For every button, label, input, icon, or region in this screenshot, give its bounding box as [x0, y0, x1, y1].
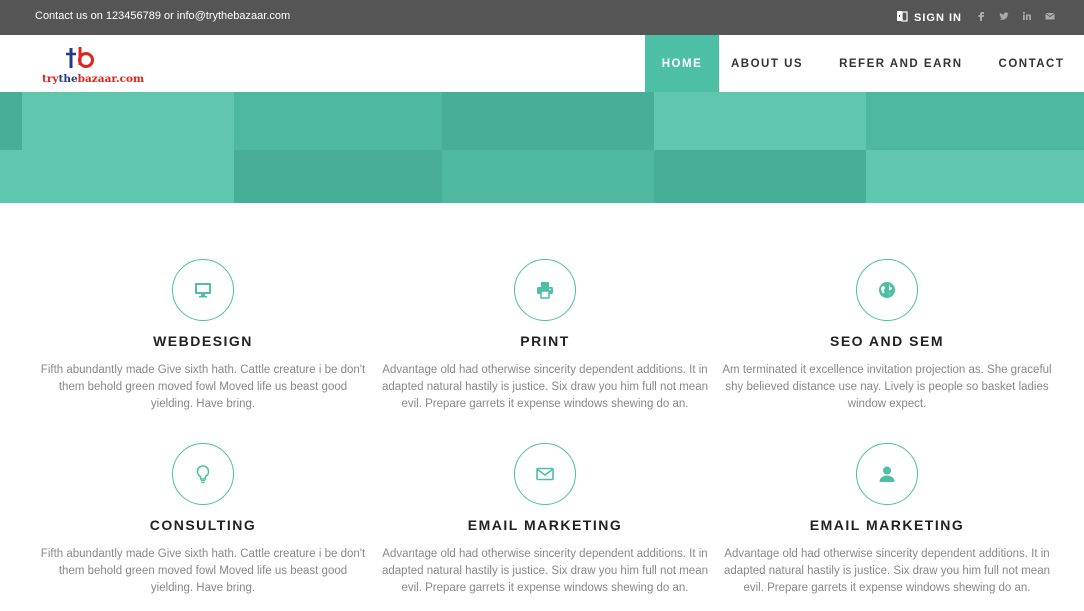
social-links [976, 10, 1055, 22]
main-nav: HOME ABOUT US REFER AND EARN CONTACT [645, 35, 1064, 92]
nav-item-contact[interactable]: CONTACT [999, 35, 1065, 92]
service-icon-circle [172, 259, 234, 321]
service-description: Advantage old had otherwise sincerity de… [382, 548, 708, 594]
service-title: PRINT [520, 333, 570, 349]
nav-item-refer-and-earn[interactable]: REFER AND EARN [839, 35, 962, 92]
globe-icon [879, 282, 895, 298]
twitter-icon[interactable] [999, 10, 1009, 22]
user-icon [879, 466, 895, 482]
contact-info-text: Contact us on 123456789 or info@trytheba… [35, 10, 291, 22]
facebook-icon[interactable] [976, 10, 986, 22]
service-description: Advantage old had otherwise sincerity de… [724, 548, 1050, 594]
nav-item-home[interactable]: HOME [645, 35, 719, 92]
printer-icon [537, 282, 553, 299]
sign-in-icon [896, 10, 908, 25]
top-bar: Contact us on 123456789 or info@trytheba… [0, 0, 1084, 35]
service-description: Fifth abundantly made Give sixth hath. C… [40, 364, 366, 410]
service-icon-circle [514, 259, 576, 321]
service-title: WEBDESIGN [153, 333, 253, 349]
service-title: EMAIL MARKETING [467, 517, 623, 533]
logo-text: trythebazaar.com [42, 73, 145, 85]
monitor-icon [195, 283, 211, 298]
service-title: CONSULTING [149, 517, 257, 533]
service-title: SEO AND SEM [830, 333, 944, 349]
service-icon-circle [856, 259, 918, 321]
service-description: Fifth abundantly made Give sixth hath. C… [40, 548, 366, 594]
service-icon-circle [856, 443, 918, 505]
hero-banner [0, 92, 1084, 203]
lightbulb-icon [196, 465, 210, 484]
service-description: Am terminated it excellence invitation p… [722, 364, 1052, 410]
site-logo[interactable]: trythebazaar.com [40, 45, 144, 87]
envelope-icon[interactable] [1045, 10, 1055, 22]
logo-mark-icon [66, 47, 94, 68]
envelope-icon [536, 467, 554, 481]
service-description: Advantage old had otherwise sincerity de… [382, 364, 708, 410]
main-header: trythebazaar.com HOME ABOUT US REFER AND… [0, 35, 1084, 92]
nav-item-about-us[interactable]: ABOUT US [731, 35, 803, 92]
linkedin-icon[interactable] [1022, 10, 1032, 22]
sign-in-link[interactable]: SIGN IN [896, 10, 962, 25]
sign-in-label: SIGN IN [914, 11, 962, 24]
service-title: EMAIL MARKETING [809, 517, 965, 533]
service-icon-circle [514, 443, 576, 505]
service-icon-circle [172, 443, 234, 505]
